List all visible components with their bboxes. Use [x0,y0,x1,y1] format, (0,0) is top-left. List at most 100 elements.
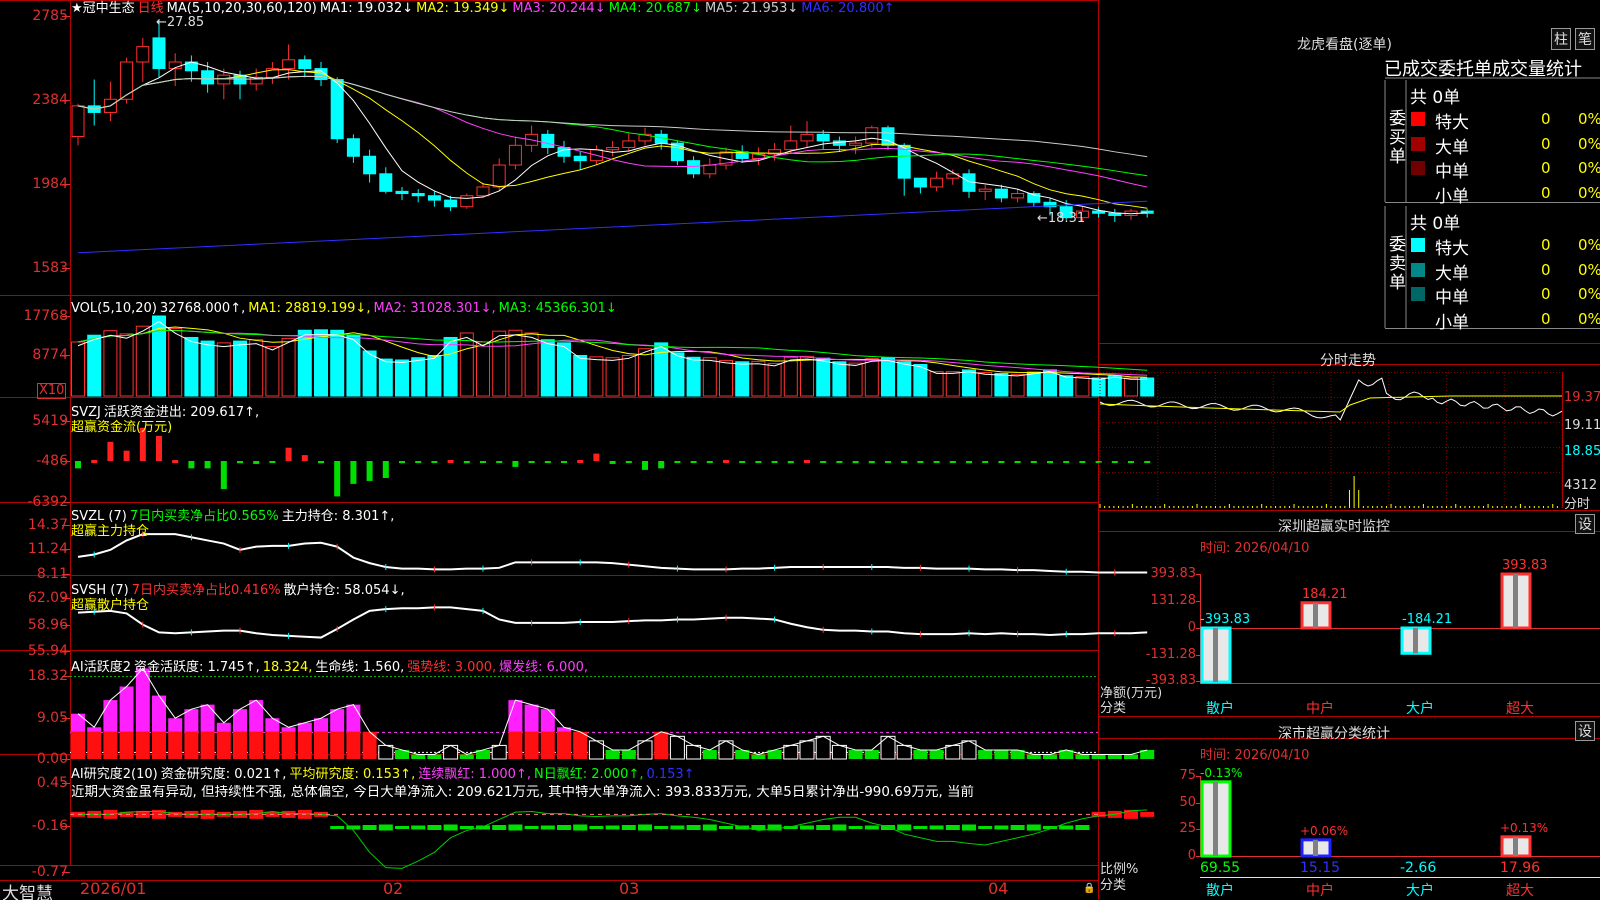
ai2-bar [443,824,458,831]
monitor-title: 深圳超赢实时监控 [1278,519,1390,535]
ai1-bar-red [135,731,150,759]
pen-mode-button[interactable]: 笔 [1575,28,1595,50]
vol-label: VOL(5,10,20) [71,301,157,316]
ai2-bar [557,825,571,830]
ai1-bar-magenta [508,700,523,732]
ai2-v4: N日飘红: 2.000↑, [533,767,644,782]
ai1-bar-outline [378,744,394,760]
volume-bar [1124,377,1138,397]
flow-bar [755,461,762,463]
candle [136,46,150,63]
order-stats-tab[interactable]: 已成交委托单成交量统计 [1384,55,1582,81]
flow-bar [431,461,438,463]
flow-bar [1095,461,1102,463]
ai1-bar-magenta [216,722,231,732]
ai2-bar [411,825,426,830]
monitor-value-label-2: -184.21 [1402,612,1453,627]
volume-bar [459,332,474,397]
kline-ytick-1: 2384 [32,92,68,108]
volume-bar [897,361,912,397]
ai2-bar [897,824,912,831]
classify-ytick-1: 50 [1179,795,1196,810]
volume-bar [962,369,976,397]
volume-bar [233,340,247,397]
ai1-bar-red [540,731,555,759]
ai1-bar-red [330,731,345,759]
ai2-bar [330,826,345,829]
volume-bar [832,361,847,397]
candle [849,142,863,146]
bar-mode-button[interactable]: 柱 [1551,28,1571,50]
svsh-sub: 超赢散户持仓 [71,598,150,613]
ai2-bar [1026,824,1041,831]
candle [152,37,166,70]
ai1-v3: 生命线: 1.560, [315,660,405,675]
candle [282,59,296,70]
ai1-bar-green [1043,754,1057,759]
ai1-bar-red [654,731,669,759]
ai1-bar-green [994,749,1009,759]
right.sell-swatch-2 [1411,287,1425,301]
right.buy-row-count-3: 0 [1541,183,1551,202]
volume-bar [800,355,814,397]
ai1-bar-red [314,731,328,759]
volume-bar [929,371,944,397]
volume-bar [638,348,652,397]
candle [687,160,701,175]
ma-value-1: MA1: 19.032↓ [319,1,414,16]
flow-bar [820,461,827,463]
volume-bar [751,360,766,397]
candle [346,138,360,157]
ai2-bar [524,826,539,829]
ai2-bar [1010,825,1025,830]
right.buy-swatch-1 [1411,136,1425,151]
lock-icon[interactable]: 🔒 [1083,883,1095,894]
svsh-ytick-2: 55.94 [27,643,68,659]
ai2-bar [638,824,652,831]
ai1-bar-magenta [200,704,215,732]
monitor-category-0: 散户 [1206,701,1234,717]
flow-bar [544,461,551,463]
period-label[interactable]: 日线 [138,1,164,16]
ai1-bar-magenta [168,718,183,732]
right.buy-row-count-1: 0 [1541,134,1551,153]
right.sell-row-label-2: 中单 [1435,288,1469,308]
volume-bar [702,357,717,397]
ai1-ytick-1: 9.05 [36,710,68,726]
monitor-settings-button[interactable]: 设 [1575,514,1595,534]
volume-bar [476,341,490,397]
candle [395,190,409,195]
ai2-bar [427,825,442,830]
ai1-bar-red [71,731,85,759]
ai1-bar-magenta [135,668,150,732]
vol-value: 32768.000↑, [159,301,246,316]
ai1-label: AI活跃度2 [71,660,131,675]
ai1-bar-red [573,731,588,759]
right.buy-swatch-2 [1411,161,1425,175]
svzj-sub: 超赢资金流(万元) [71,420,173,435]
classify-ytick-0: 75 [1179,768,1196,783]
candle [1011,193,1025,199]
volume-bar [605,357,620,397]
ai1-ytick-2: 0.00 [36,751,68,767]
volume-bar [1140,377,1155,397]
classify-xlabel: 分类 [1100,878,1127,893]
vol-ma1: MA1: 28819.199↓, [248,301,371,316]
main-chart-canvas[interactable] [0,0,1600,900]
candle [1108,212,1122,216]
ai1-bar-outline [815,735,831,760]
svzl-val: 主力持仓: 8.301↑, [281,509,395,524]
candle [330,79,344,140]
classify-settings-button[interactable]: 设 [1575,721,1595,741]
classify-time: 时间: 2026/04/10 [1200,748,1310,763]
candle [606,147,620,151]
ai2-bar [1075,825,1090,830]
volume-bar [1107,375,1122,397]
monitor-ytick-4: -393.83 [1145,673,1196,688]
volume-bar [1010,373,1025,397]
ma-value-5: MA5: 21.953↓ [704,1,799,16]
flow-bar [350,461,357,484]
volume-bar [589,356,604,397]
volume-bar [87,334,102,397]
candle [298,59,312,70]
